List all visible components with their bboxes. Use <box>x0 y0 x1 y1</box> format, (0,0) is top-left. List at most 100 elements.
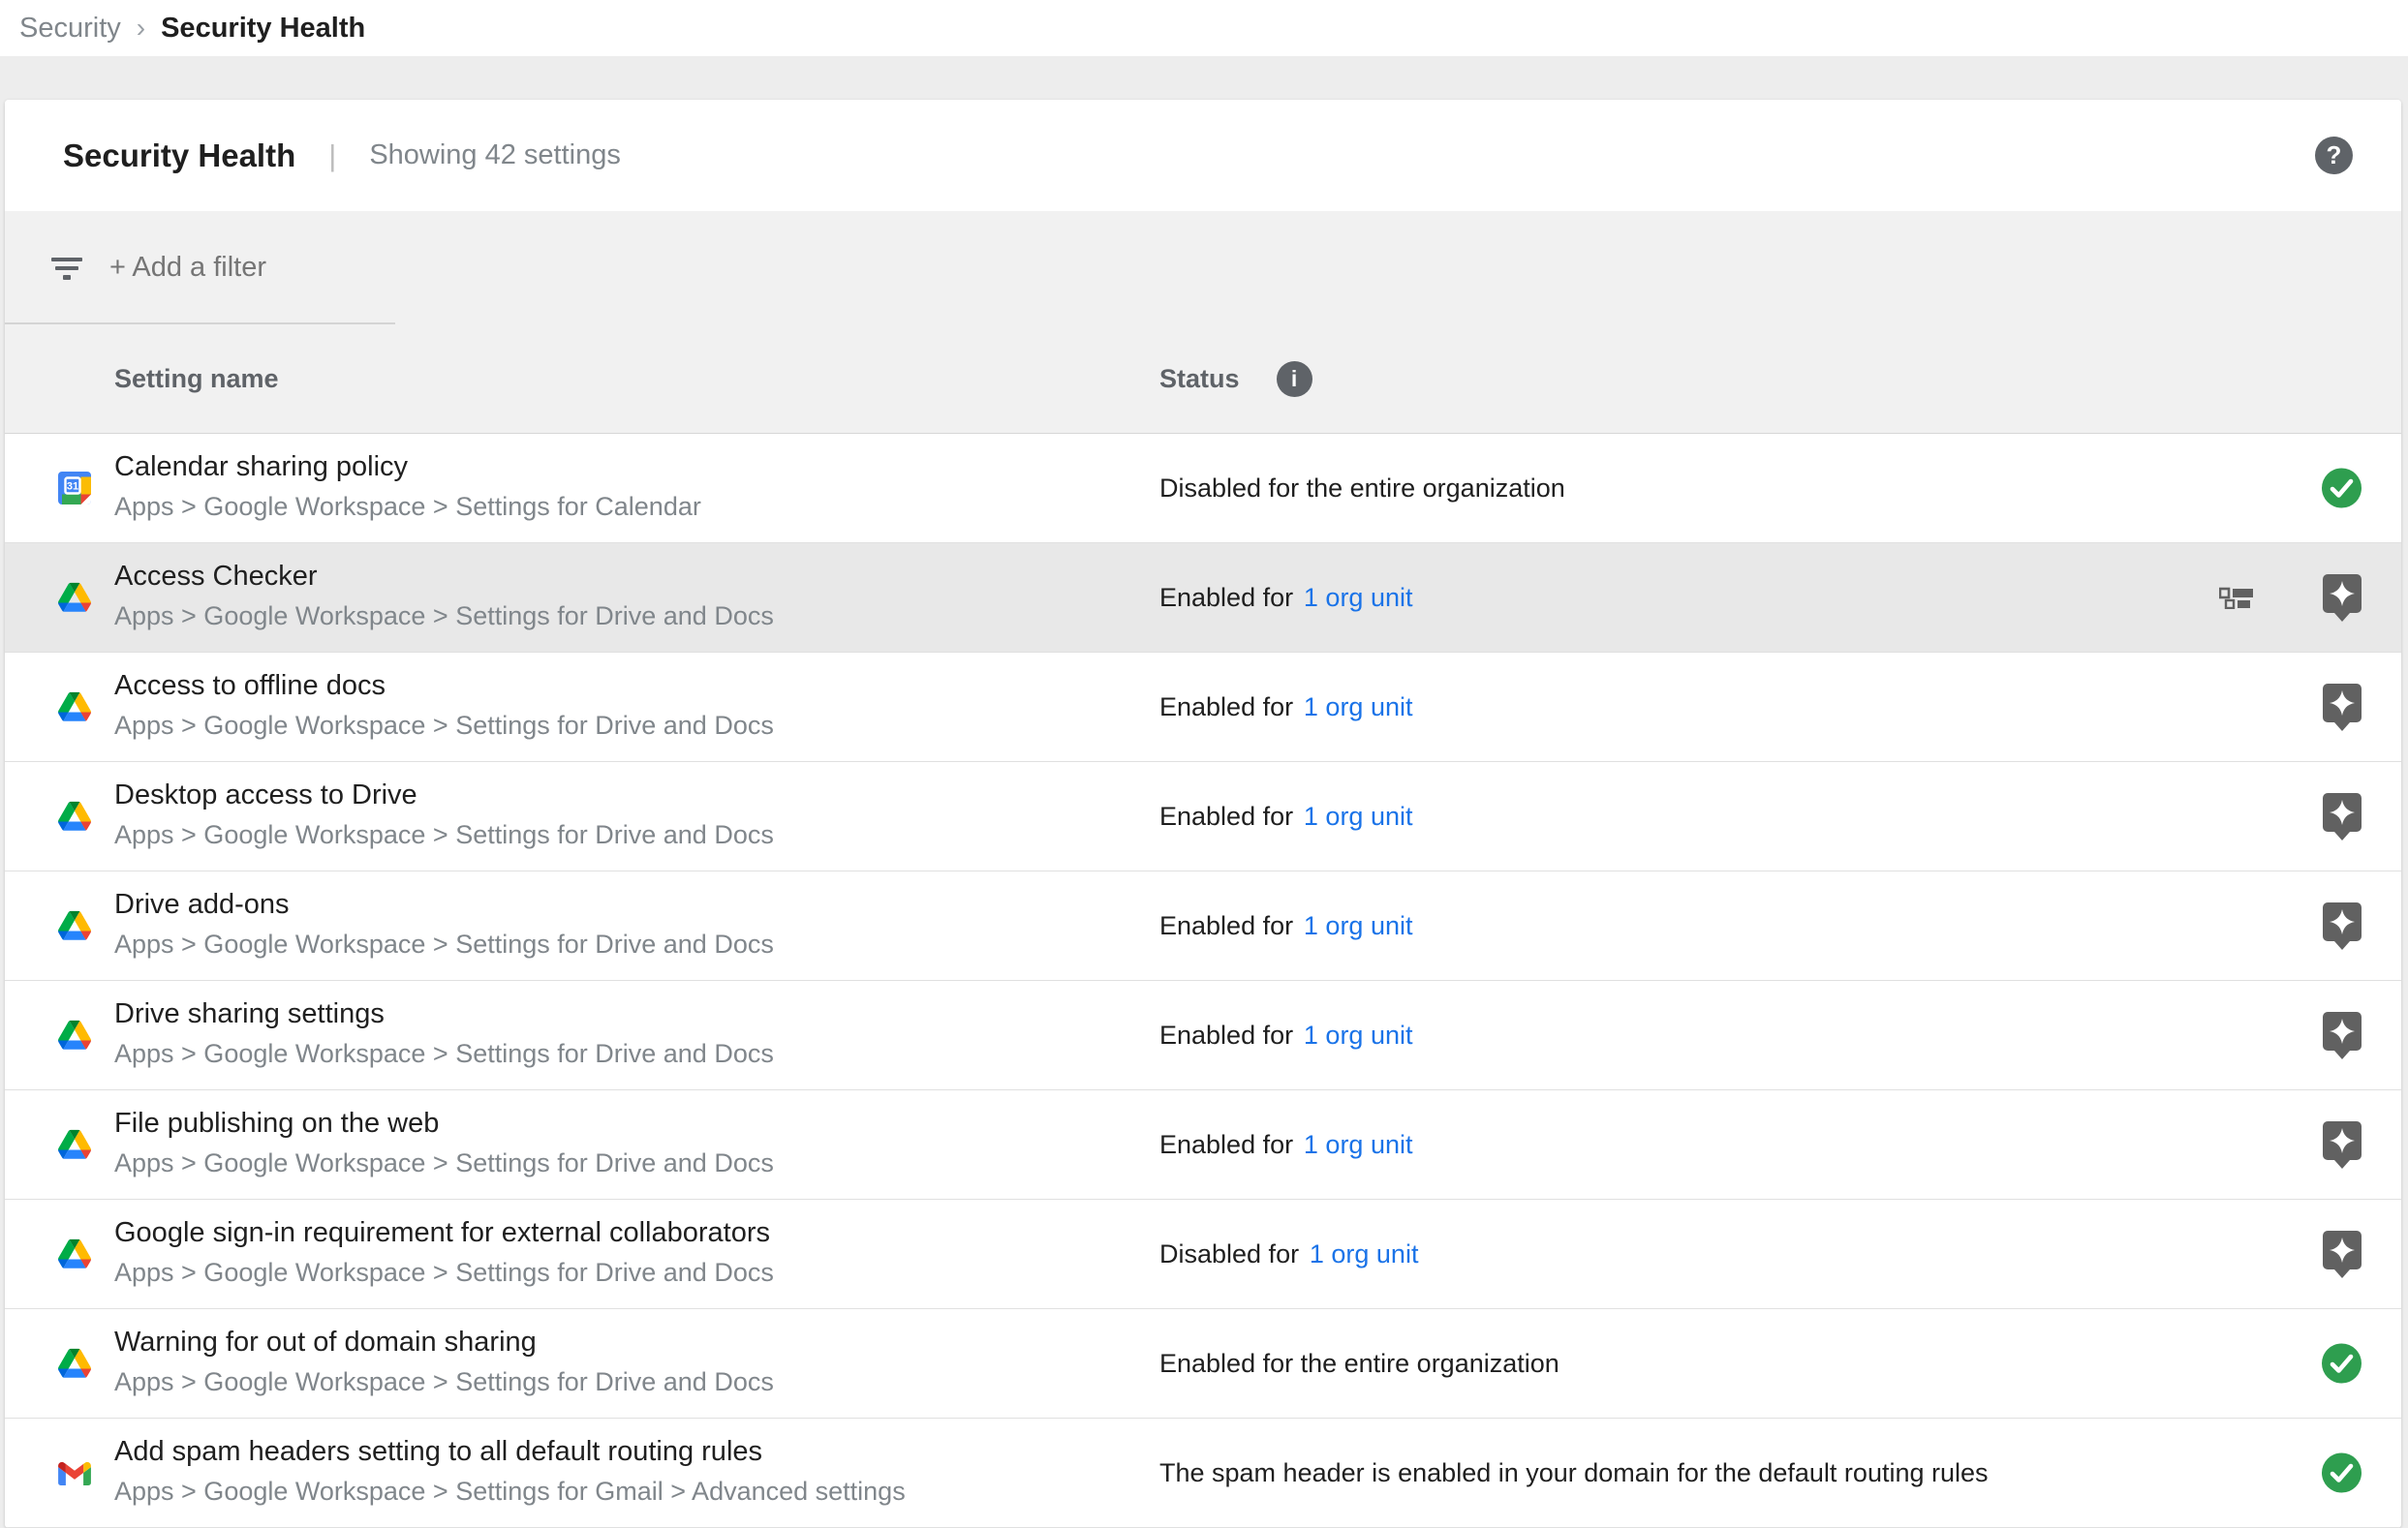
status-org-unit-link[interactable]: 1 org unit <box>1304 1130 1413 1160</box>
status-text: The spam header is enabled in your domai… <box>1159 1458 1989 1488</box>
gmail-icon <box>58 1460 91 1485</box>
setting-path: Apps > Google Workspace > Settings for D… <box>114 1365 774 1398</box>
status-cell: Enabled for 1 org unit <box>1159 981 1412 1089</box>
settings-list: 31 Calendar sharing policy Apps > Google… <box>5 434 2401 1528</box>
status-cell: The spam header is enabled in your domai… <box>1159 1419 1989 1527</box>
column-header-setting-name: Setting name <box>114 364 279 394</box>
setting-path: Apps > Google Workspace > Settings for D… <box>114 1037 774 1070</box>
setting-row[interactable]: Warning for out of domain sharing Apps >… <box>5 1309 2401 1419</box>
setting-text-block: Google sign-in requirement for external … <box>114 1216 774 1289</box>
recommendation-badge-icon[interactable] <box>2321 572 2363 623</box>
setting-path: Apps > Google Workspace > Settings for D… <box>114 1146 774 1179</box>
status-org-unit-link[interactable]: 1 org unit <box>1310 1239 1419 1269</box>
org-structure-icon[interactable] <box>2219 586 2254 609</box>
status-cell: Enabled for the entire organization <box>1159 1309 1559 1418</box>
status-text: Enabled for <box>1159 911 1293 941</box>
setting-path: Apps > Google Workspace > Settings for D… <box>114 599 774 632</box>
status-cell: Disabled for the entire organization <box>1159 434 1565 542</box>
page-title: Security Health <box>63 138 295 174</box>
recommendation-badge-icon[interactable] <box>2321 791 2363 841</box>
setting-name: Calendar sharing policy <box>114 450 701 483</box>
help-icon[interactable]: ? <box>2315 137 2353 174</box>
recommendation-badge-icon[interactable] <box>2321 1119 2363 1170</box>
drive-icon <box>58 1239 91 1268</box>
setting-path: Apps > Google Workspace > Settings for D… <box>114 709 774 742</box>
setting-text-block: Add spam headers setting to all default … <box>114 1435 906 1508</box>
breadcrumb: Security › Security Health <box>0 0 2408 56</box>
add-filter-label: + Add a filter <box>109 252 266 284</box>
status-text: Enabled for <box>1159 802 1293 832</box>
recommendation-badge-icon[interactable] <box>2321 682 2363 732</box>
recommendation-badge-icon[interactable] <box>2321 901 2363 951</box>
drive-icon <box>58 583 91 612</box>
setting-text-block: Calendar sharing policy Apps > Google Wo… <box>114 450 701 523</box>
setting-name: Add spam headers setting to all default … <box>114 1435 906 1468</box>
drive-icon <box>58 1349 91 1378</box>
status-cell: Enabled for 1 org unit <box>1159 653 1412 761</box>
setting-name: Warning for out of domain sharing <box>114 1326 774 1359</box>
setting-path: Apps > Google Workspace > Settings for D… <box>114 818 774 851</box>
status-text: Enabled for <box>1159 1021 1293 1051</box>
setting-text-block: Desktop access to Drive Apps > Google Wo… <box>114 779 774 851</box>
column-header-status: Status <box>1159 364 1240 394</box>
setting-text-block: Drive sharing settings Apps > Google Wor… <box>114 997 774 1070</box>
filter-icon <box>50 256 83 281</box>
setting-text-block: Warning for out of domain sharing Apps >… <box>114 1326 774 1398</box>
setting-path: Apps > Google Workspace > Settings for D… <box>114 1256 774 1289</box>
status-text: Enabled for <box>1159 1130 1293 1160</box>
status-ok-icon <box>2321 1452 2362 1494</box>
settings-count: Showing 42 settings <box>369 139 621 171</box>
setting-row[interactable]: Drive add-ons Apps > Google Workspace > … <box>5 871 2401 981</box>
table-header-row: Setting name Status i <box>5 324 2401 433</box>
status-cell: Enabled for 1 org unit <box>1159 543 1412 652</box>
info-icon[interactable]: i <box>1277 361 1312 397</box>
status-text: Disabled for <box>1159 1239 1299 1269</box>
breadcrumb-parent-link[interactable]: Security <box>19 13 121 45</box>
status-ok-icon <box>2321 1343 2362 1385</box>
setting-row[interactable]: Access Checker Apps > Google Workspace >… <box>5 543 2401 653</box>
setting-row[interactable]: Google sign-in requirement for external … <box>5 1200 2401 1309</box>
setting-text-block: Access Checker Apps > Google Workspace >… <box>114 560 774 632</box>
status-cell: Disabled for 1 org unit <box>1159 1200 1418 1308</box>
status-org-unit-link[interactable]: 1 org unit <box>1304 1021 1413 1051</box>
drive-icon <box>58 1130 91 1159</box>
status-cell: Enabled for 1 org unit <box>1159 1090 1412 1199</box>
add-filter-button[interactable]: + Add a filter <box>5 211 2401 324</box>
status-org-unit-link[interactable]: 1 org unit <box>1304 583 1413 613</box>
security-health-card: Security Health | Showing 42 settings ? … <box>5 100 2401 1528</box>
svg-text:31: 31 <box>67 481 78 493</box>
drive-icon <box>58 1021 91 1050</box>
card-header: Security Health | Showing 42 settings ? <box>5 100 2401 211</box>
status-org-unit-link[interactable]: 1 org unit <box>1304 802 1413 832</box>
setting-row[interactable]: Drive sharing settings Apps > Google Wor… <box>5 981 2401 1090</box>
breadcrumb-chevron-icon: › <box>137 13 145 44</box>
setting-path: Apps > Google Workspace > Settings for C… <box>114 490 701 523</box>
setting-row[interactable]: File publishing on the web Apps > Google… <box>5 1090 2401 1200</box>
status-text: Enabled for <box>1159 692 1293 722</box>
drive-icon <box>58 802 91 831</box>
status-text: Disabled for the entire organization <box>1159 474 1565 504</box>
recommendation-badge-icon[interactable] <box>2321 1010 2363 1060</box>
setting-name: File publishing on the web <box>114 1107 774 1140</box>
setting-row[interactable]: Desktop access to Drive Apps > Google Wo… <box>5 762 2401 871</box>
setting-name: Access to offline docs <box>114 669 774 702</box>
status-cell: Enabled for 1 org unit <box>1159 762 1412 871</box>
status-text: Enabled for the entire organization <box>1159 1349 1559 1379</box>
setting-text-block: Drive add-ons Apps > Google Workspace > … <box>114 888 774 961</box>
setting-name: Access Checker <box>114 560 774 593</box>
recommendation-badge-icon[interactable] <box>2321 1229 2363 1279</box>
setting-row[interactable]: Add spam headers setting to all default … <box>5 1419 2401 1528</box>
status-cell: Enabled for 1 org unit <box>1159 871 1412 980</box>
drive-icon <box>58 692 91 721</box>
title-separator: | <box>328 138 336 173</box>
setting-name: Desktop access to Drive <box>114 779 774 811</box>
setting-row[interactable]: Access to offline docs Apps > Google Wor… <box>5 653 2401 762</box>
calendar-icon: 31 <box>58 472 91 504</box>
setting-row[interactable]: 31 Calendar sharing policy Apps > Google… <box>5 434 2401 543</box>
setting-text-block: File publishing on the web Apps > Google… <box>114 1107 774 1179</box>
status-org-unit-link[interactable]: 1 org unit <box>1304 692 1413 722</box>
status-ok-icon <box>2321 468 2362 509</box>
status-org-unit-link[interactable]: 1 org unit <box>1304 911 1413 941</box>
setting-text-block: Access to offline docs Apps > Google Wor… <box>114 669 774 742</box>
setting-path: Apps > Google Workspace > Settings for D… <box>114 928 774 961</box>
